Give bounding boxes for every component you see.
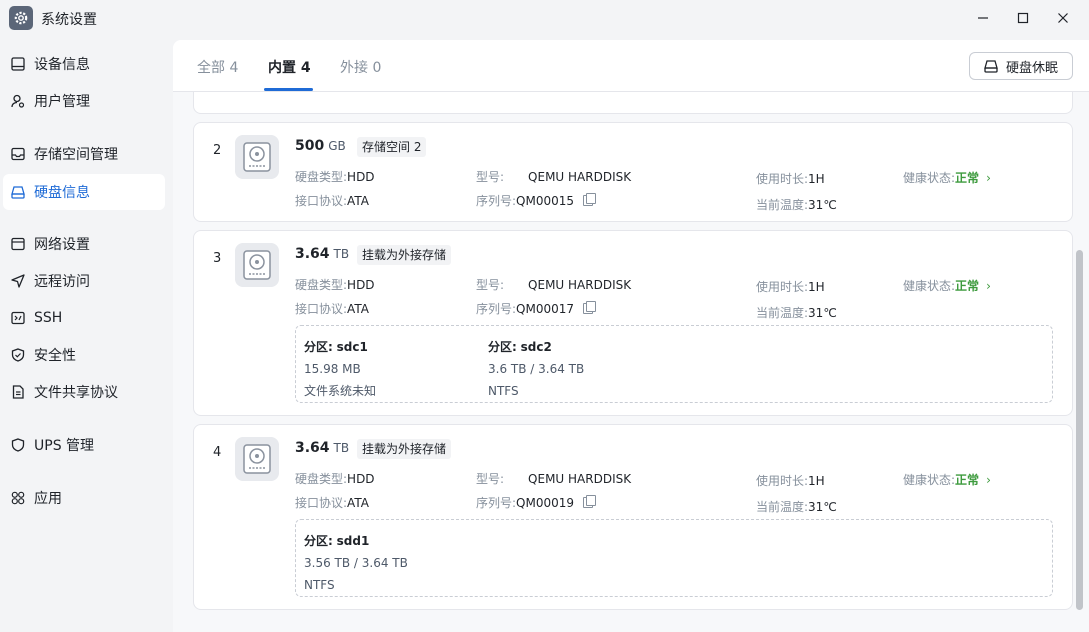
disk-usage-tag: 挂载为外接存储: [357, 245, 452, 265]
sidebar-item-ups[interactable]: UPS 管理: [3, 427, 165, 463]
disk-capacity: 3.64 TB: [295, 440, 350, 456]
sidebar-item-network[interactable]: 网络设置: [3, 226, 165, 262]
minimize-button[interactable]: [963, 6, 1003, 30]
copy-icon[interactable]: [583, 301, 597, 314]
disk-usage-tag: 挂载为外接存储: [357, 439, 452, 459]
sidebar-item-label: 文件共享协议: [34, 385, 118, 401]
hard-disk-icon: [235, 135, 279, 179]
tab-internal[interactable]: 内置 4: [268, 57, 311, 77]
tab-external[interactable]: 外接 0: [340, 57, 381, 77]
sidebar-item-label: SSH: [34, 310, 63, 326]
close-button[interactable]: [1043, 6, 1083, 30]
temperature-field: 当前温度:31℃: [756, 198, 837, 212]
disk-type-field: 硬盘类型:HDD: [295, 170, 375, 184]
settings-gear-icon: [9, 6, 33, 30]
sidebar-item-label: 网络设置: [34, 237, 90, 253]
temperature-field: 当前温度:31℃: [756, 500, 837, 514]
disk-index: 4: [213, 445, 222, 460]
health-status-link[interactable]: 健康状态:正常 ›: [903, 471, 991, 488]
partition-item: 分区: sdc2 3.6 TB / 3.64 TB NTFS: [488, 340, 585, 398]
health-status-link[interactable]: 健康状态:正常 ›: [903, 169, 991, 186]
partition-item: 分区: sdc1 15.98 MB 文件系统未知: [304, 340, 377, 398]
interface-field: 接口协议:ATA: [295, 496, 369, 510]
sidebar-item-label: 设备信息: [34, 57, 90, 73]
hard-disk-icon: [235, 243, 279, 287]
chevron-right-icon: ›: [986, 171, 991, 185]
title-bar: 系统设置: [0, 0, 1089, 36]
sidebar-item-ssh[interactable]: SSH: [3, 300, 165, 336]
storage-icon: [10, 146, 26, 162]
chevron-right-icon: ›: [986, 279, 991, 293]
usage-time-field: 使用时长:1H: [756, 280, 825, 294]
document-icon: [10, 384, 26, 400]
sidebar-item-label: 硬盘信息: [34, 185, 90, 201]
terminal-icon: [10, 310, 26, 326]
sidebar-item-label: 安全性: [34, 348, 76, 364]
disk-card: 2 500 GB 存储空间 2 硬盘类型:HDD 接口协议:ATA 型号: QEMU…: [193, 122, 1073, 222]
sidebar-item-security[interactable]: 安全性: [3, 337, 165, 373]
sidebar-item-label: 远程访问: [34, 274, 90, 290]
sidebar-item-label: UPS 管理: [34, 438, 95, 454]
copy-icon[interactable]: [583, 193, 597, 206]
hard-disk-icon: [235, 437, 279, 481]
disk-index: 2: [213, 143, 222, 158]
interface-field: 接口协议:ATA: [295, 302, 369, 316]
disk-usage-tag: 存储空间 2: [357, 137, 427, 157]
usage-time-field: 使用时长:1H: [756, 474, 825, 488]
tab-all[interactable]: 全部 4: [197, 57, 238, 77]
copy-icon[interactable]: [583, 495, 597, 508]
serial-field: 序列号:QM00017: [476, 300, 597, 317]
health-status-link[interactable]: 健康状态:正常 ›: [903, 277, 991, 294]
maximize-button[interactable]: [1003, 6, 1043, 30]
window-title: 系统设置: [41, 12, 97, 28]
temperature-field: 当前温度:31℃: [756, 306, 837, 320]
network-icon: [10, 236, 26, 252]
sidebar-item-device-info[interactable]: 设备信息: [3, 46, 165, 82]
chevron-right-icon: ›: [986, 473, 991, 487]
sidebar-item-label: 用户管理: [34, 94, 90, 110]
sidebar-item-disk-info[interactable]: 硬盘信息: [3, 174, 165, 210]
sidebar-item-label: 应用: [34, 491, 62, 507]
model-field: 型号: QEMU HARDDISK: [476, 472, 632, 486]
send-icon: [10, 273, 26, 289]
disk-card: 4 3.64 TB 挂载为外接存储 硬盘类型:HDD 接口协议:ATA 型号: QE…: [193, 424, 1073, 610]
user-icon: [10, 93, 26, 109]
ups-shield-icon: [10, 437, 26, 453]
tab-bar: 全部 4 内置 4 外接 0 硬盘休眠: [173, 40, 1089, 92]
device-icon: [10, 56, 26, 72]
sidebar-item-remote-access[interactable]: 远程访问: [3, 263, 165, 299]
usage-time-field: 使用时长:1H: [756, 172, 825, 186]
hard-disk-icon: [10, 184, 26, 200]
model-field: 型号: QEMU HARDDISK: [476, 278, 632, 292]
sidebar-item-user-management[interactable]: 用户管理: [3, 83, 165, 119]
partition-item: 分区: sdd1 3.56 TB / 3.64 TB NTFS: [304, 534, 408, 592]
sidebar-item-storage[interactable]: 存储空间管理: [3, 136, 165, 172]
disk-type-field: 硬盘类型:HDD: [295, 278, 375, 292]
main-panel: 2 500 GB 存储空间 2 硬盘类型:HDD 接口协议:ATA 型号: QEMU…: [173, 40, 1089, 632]
disk-capacity: 500 GB: [295, 138, 346, 154]
partition-box: 分区: sdc1 15.98 MB 文件系统未知 分区: sdc2 3.6 TB…: [295, 325, 1053, 403]
model-field: 型号: QEMU HARDDISK: [476, 170, 632, 184]
disk-type-field: 硬盘类型:HDD: [295, 472, 375, 486]
sidebar-item-label: 存储空间管理: [34, 147, 118, 163]
scrollbar-thumb[interactable]: [1076, 250, 1083, 610]
partition-box: 分区: sdd1 3.56 TB / 3.64 TB NTFS: [295, 519, 1053, 597]
disk-index: 3: [213, 251, 222, 266]
sidebar: 设备信息 用户管理 存储空间管理 硬盘信息 网络设置 远程访问 SSH 安全性 …: [0, 40, 173, 632]
disk-sleep-button[interactable]: 硬盘休眠: [969, 52, 1073, 80]
serial-field: 序列号:QM00015: [476, 192, 597, 209]
hard-disk-icon: [984, 60, 998, 73]
active-tab-indicator: [264, 88, 313, 91]
apps-icon: [10, 490, 26, 506]
disk-capacity: 3.64 TB: [295, 246, 350, 262]
sidebar-item-apps[interactable]: 应用: [3, 480, 165, 516]
interface-field: 接口协议:ATA: [295, 194, 369, 208]
serial-field: 序列号:QM00019: [476, 494, 597, 511]
shield-icon: [10, 347, 26, 363]
sidebar-item-file-sharing[interactable]: 文件共享协议: [3, 374, 165, 410]
disk-card: 3 3.64 TB 挂载为外接存储 硬盘类型:HDD 接口协议:ATA 型号: QE…: [193, 230, 1073, 416]
